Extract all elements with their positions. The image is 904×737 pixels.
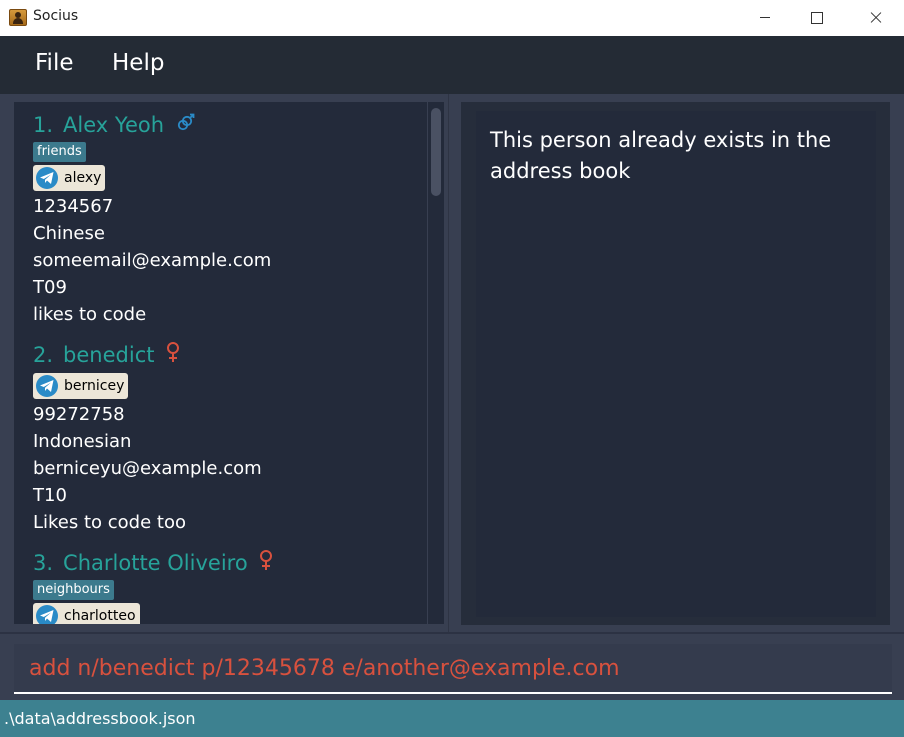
- status-bar: .\data\addressbook.json: [0, 700, 904, 737]
- person-nationality: Indonesian: [33, 431, 132, 452]
- telegram-handle: charlotteo: [64, 608, 136, 624]
- menu-file[interactable]: File: [35, 50, 74, 76]
- person-remark: Likes to code too: [33, 512, 186, 533]
- person-email: someemail@example.com: [33, 250, 272, 271]
- person-remark: likes to code: [33, 304, 147, 325]
- person-email: berniceyu@example.com: [33, 458, 262, 479]
- person-tutorial: T10: [33, 485, 67, 506]
- telegram-handle: bernicey: [64, 378, 125, 394]
- person-phone: 1234567: [33, 196, 114, 217]
- command-box: [14, 644, 892, 694]
- telegram-badge[interactable]: charlotteo: [33, 603, 140, 624]
- telegram-handle: alexy: [64, 170, 102, 186]
- person-tutorial: T09: [33, 277, 67, 298]
- minimize-button[interactable]: [742, 0, 788, 36]
- telegram-icon: [36, 375, 58, 397]
- person-name: Alex Yeoh: [63, 113, 165, 137]
- tag-badge: neighbours: [33, 580, 114, 600]
- person-card[interactable]: 3. Charlotte Oliveiro neighbours charlott…: [33, 548, 274, 624]
- save-location: .\data\addressbook.json: [4, 709, 196, 728]
- person-name: benedict: [63, 343, 155, 367]
- result-display[interactable]: This person already exists in the addres…: [476, 111, 876, 617]
- person-phone: 99272758: [33, 404, 125, 425]
- female-icon: [258, 549, 274, 579]
- person-list[interactable]: 1. Alex Yeoh friends alexy 1234567 Chine…: [14, 102, 427, 624]
- person-index: 2.: [33, 343, 54, 367]
- male-female-icon: [175, 111, 195, 141]
- command-area: [0, 632, 904, 700]
- result-panel: This person already exists in the addres…: [461, 102, 890, 625]
- person-nationality: Chinese: [33, 223, 105, 244]
- telegram-icon: [36, 167, 58, 189]
- person-index: 1.: [33, 113, 54, 137]
- menu-help[interactable]: Help: [112, 50, 164, 76]
- result-message: This person already exists in the addres…: [490, 128, 832, 183]
- title-bar: Socius: [0, 0, 904, 36]
- telegram-badge[interactable]: bernicey: [33, 373, 129, 399]
- person-list-scrollbar[interactable]: [428, 102, 444, 624]
- person-card[interactable]: 1. Alex Yeoh friends alexy 1234567 Chine…: [33, 110, 271, 328]
- menu-bar: File Help: [0, 36, 904, 94]
- person-name: Charlotte Oliveiro: [63, 551, 248, 575]
- person-list-panel: 1. Alex Yeoh friends alexy 1234567 Chine…: [0, 94, 452, 632]
- person-index: 3.: [33, 551, 54, 575]
- person-name-line: 3. Charlotte Oliveiro: [33, 548, 274, 578]
- maximize-button[interactable]: [794, 0, 840, 36]
- command-input[interactable]: [29, 644, 879, 692]
- app-icon: [9, 9, 27, 26]
- scrollbar-thumb[interactable]: [431, 108, 441, 196]
- person-card[interactable]: 2. benedict bernicey 99272758 Indonesian…: [33, 340, 262, 536]
- tag-badge: friends: [33, 142, 86, 162]
- panel-divider[interactable]: [448, 94, 449, 632]
- window-title: Socius: [33, 8, 79, 24]
- telegram-icon: [36, 605, 58, 624]
- female-icon: [165, 341, 181, 371]
- person-name-line: 2. benedict: [33, 340, 262, 370]
- close-button[interactable]: [852, 0, 898, 36]
- person-name-line: 1. Alex Yeoh: [33, 110, 271, 140]
- telegram-badge[interactable]: alexy: [33, 165, 106, 191]
